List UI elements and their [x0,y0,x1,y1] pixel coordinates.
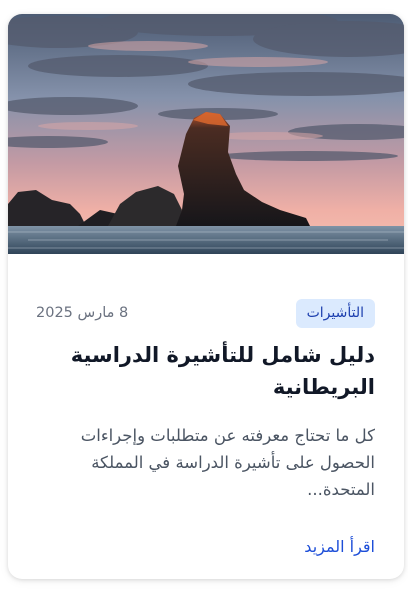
read-more-link[interactable]: اقرأ المزيد [304,536,375,558]
publish-date: 8 مارس 2025 [36,305,129,321]
article-image[interactable] [8,14,404,254]
category-badge[interactable]: التأشيرات [295,298,375,328]
article-excerpt: كل ما تحتاج معرفته عن متطلبات وإجراءات ا… [80,426,375,499]
card-body: التأشيرات 8 مارس 2025 دليل شامل للتأشيرة… [8,254,404,579]
article-title[interactable]: دليل شامل للتأشيرة الدراسية البريطانية [36,339,375,403]
article-card[interactable]: التأشيرات 8 مارس 2025 دليل شامل للتأشيرة… [8,14,404,579]
meta-row: التأشيرات 8 مارس 2025 [36,298,375,328]
